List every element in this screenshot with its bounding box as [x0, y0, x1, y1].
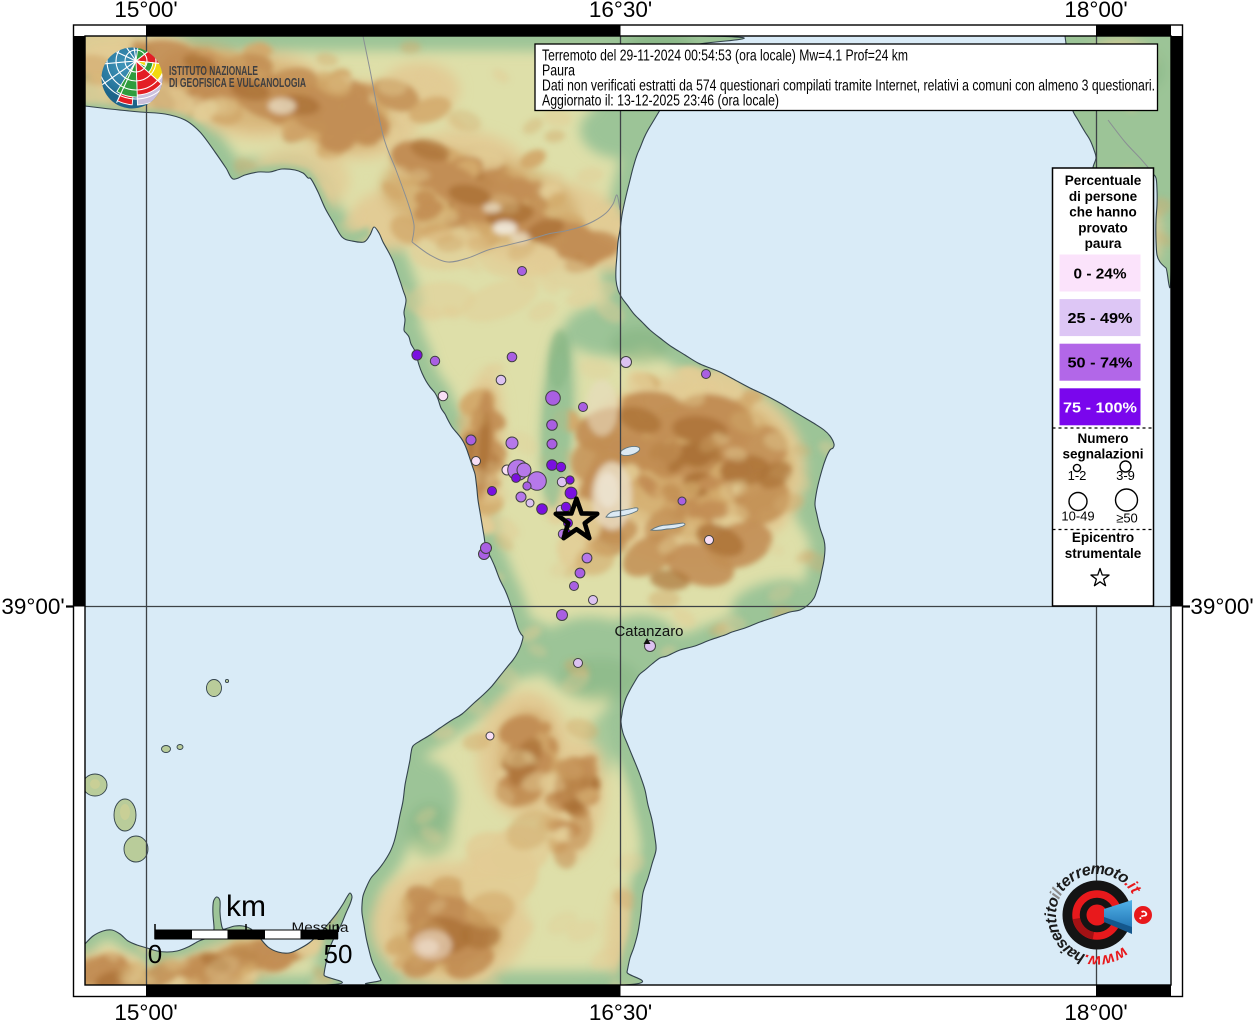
svg-text:25 - 49%: 25 - 49%: [1068, 311, 1133, 327]
svg-text:50 - 74%: 50 - 74%: [1068, 356, 1133, 372]
svg-text:che hanno: che hanno: [1069, 205, 1137, 220]
svg-text:39°00': 39°00': [1, 594, 64, 619]
svg-text:Epicentro: Epicentro: [1072, 530, 1134, 545]
svg-text:18°00': 18°00': [1064, 1000, 1127, 1024]
svg-text:strumentale: strumentale: [1065, 546, 1142, 561]
svg-text:≥50: ≥50: [1116, 511, 1138, 526]
svg-text:segnalazioni: segnalazioni: [1062, 447, 1143, 462]
svg-text:km: km: [226, 890, 266, 923]
svg-text:10-49: 10-49: [1061, 509, 1094, 524]
svg-text:Catanzaro: Catanzaro: [615, 624, 684, 640]
svg-text:39°00': 39°00': [1190, 594, 1253, 619]
svg-text:0: 0: [148, 939, 162, 969]
svg-text:0 - 24%: 0 - 24%: [1074, 267, 1127, 283]
svg-text:75 - 100%: 75 - 100%: [1063, 400, 1137, 416]
svg-text:Aggiornato il: 13-12-2025 23:4: Aggiornato il: 13-12-2025 23:46 (ora loc…: [542, 93, 779, 110]
svg-text:16°30': 16°30': [589, 0, 652, 22]
svg-text:1-2: 1-2: [1068, 468, 1087, 483]
svg-text:15°00': 15°00': [114, 1000, 177, 1024]
svg-text:paura: paura: [1085, 236, 1122, 251]
svg-text:di persone: di persone: [1069, 189, 1138, 204]
svg-text:Terremoto del 29-11-2024 00:54: Terremoto del 29-11-2024 00:54:53 (ora l…: [542, 48, 908, 65]
svg-text:Numero: Numero: [1077, 431, 1128, 446]
svg-text:50: 50: [324, 939, 353, 969]
svg-text:Percentuale: Percentuale: [1065, 173, 1142, 188]
svg-text:18°00': 18°00': [1064, 0, 1127, 22]
svg-text:DI GEOFISICA E VULCANOLOGIA: DI GEOFISICA E VULCANOLOGIA: [169, 76, 306, 90]
svg-text:15°00': 15°00': [114, 0, 177, 22]
svg-text:3-9: 3-9: [1116, 468, 1135, 483]
svg-text:16°30': 16°30': [589, 1000, 652, 1024]
svg-text:provato: provato: [1078, 220, 1128, 235]
